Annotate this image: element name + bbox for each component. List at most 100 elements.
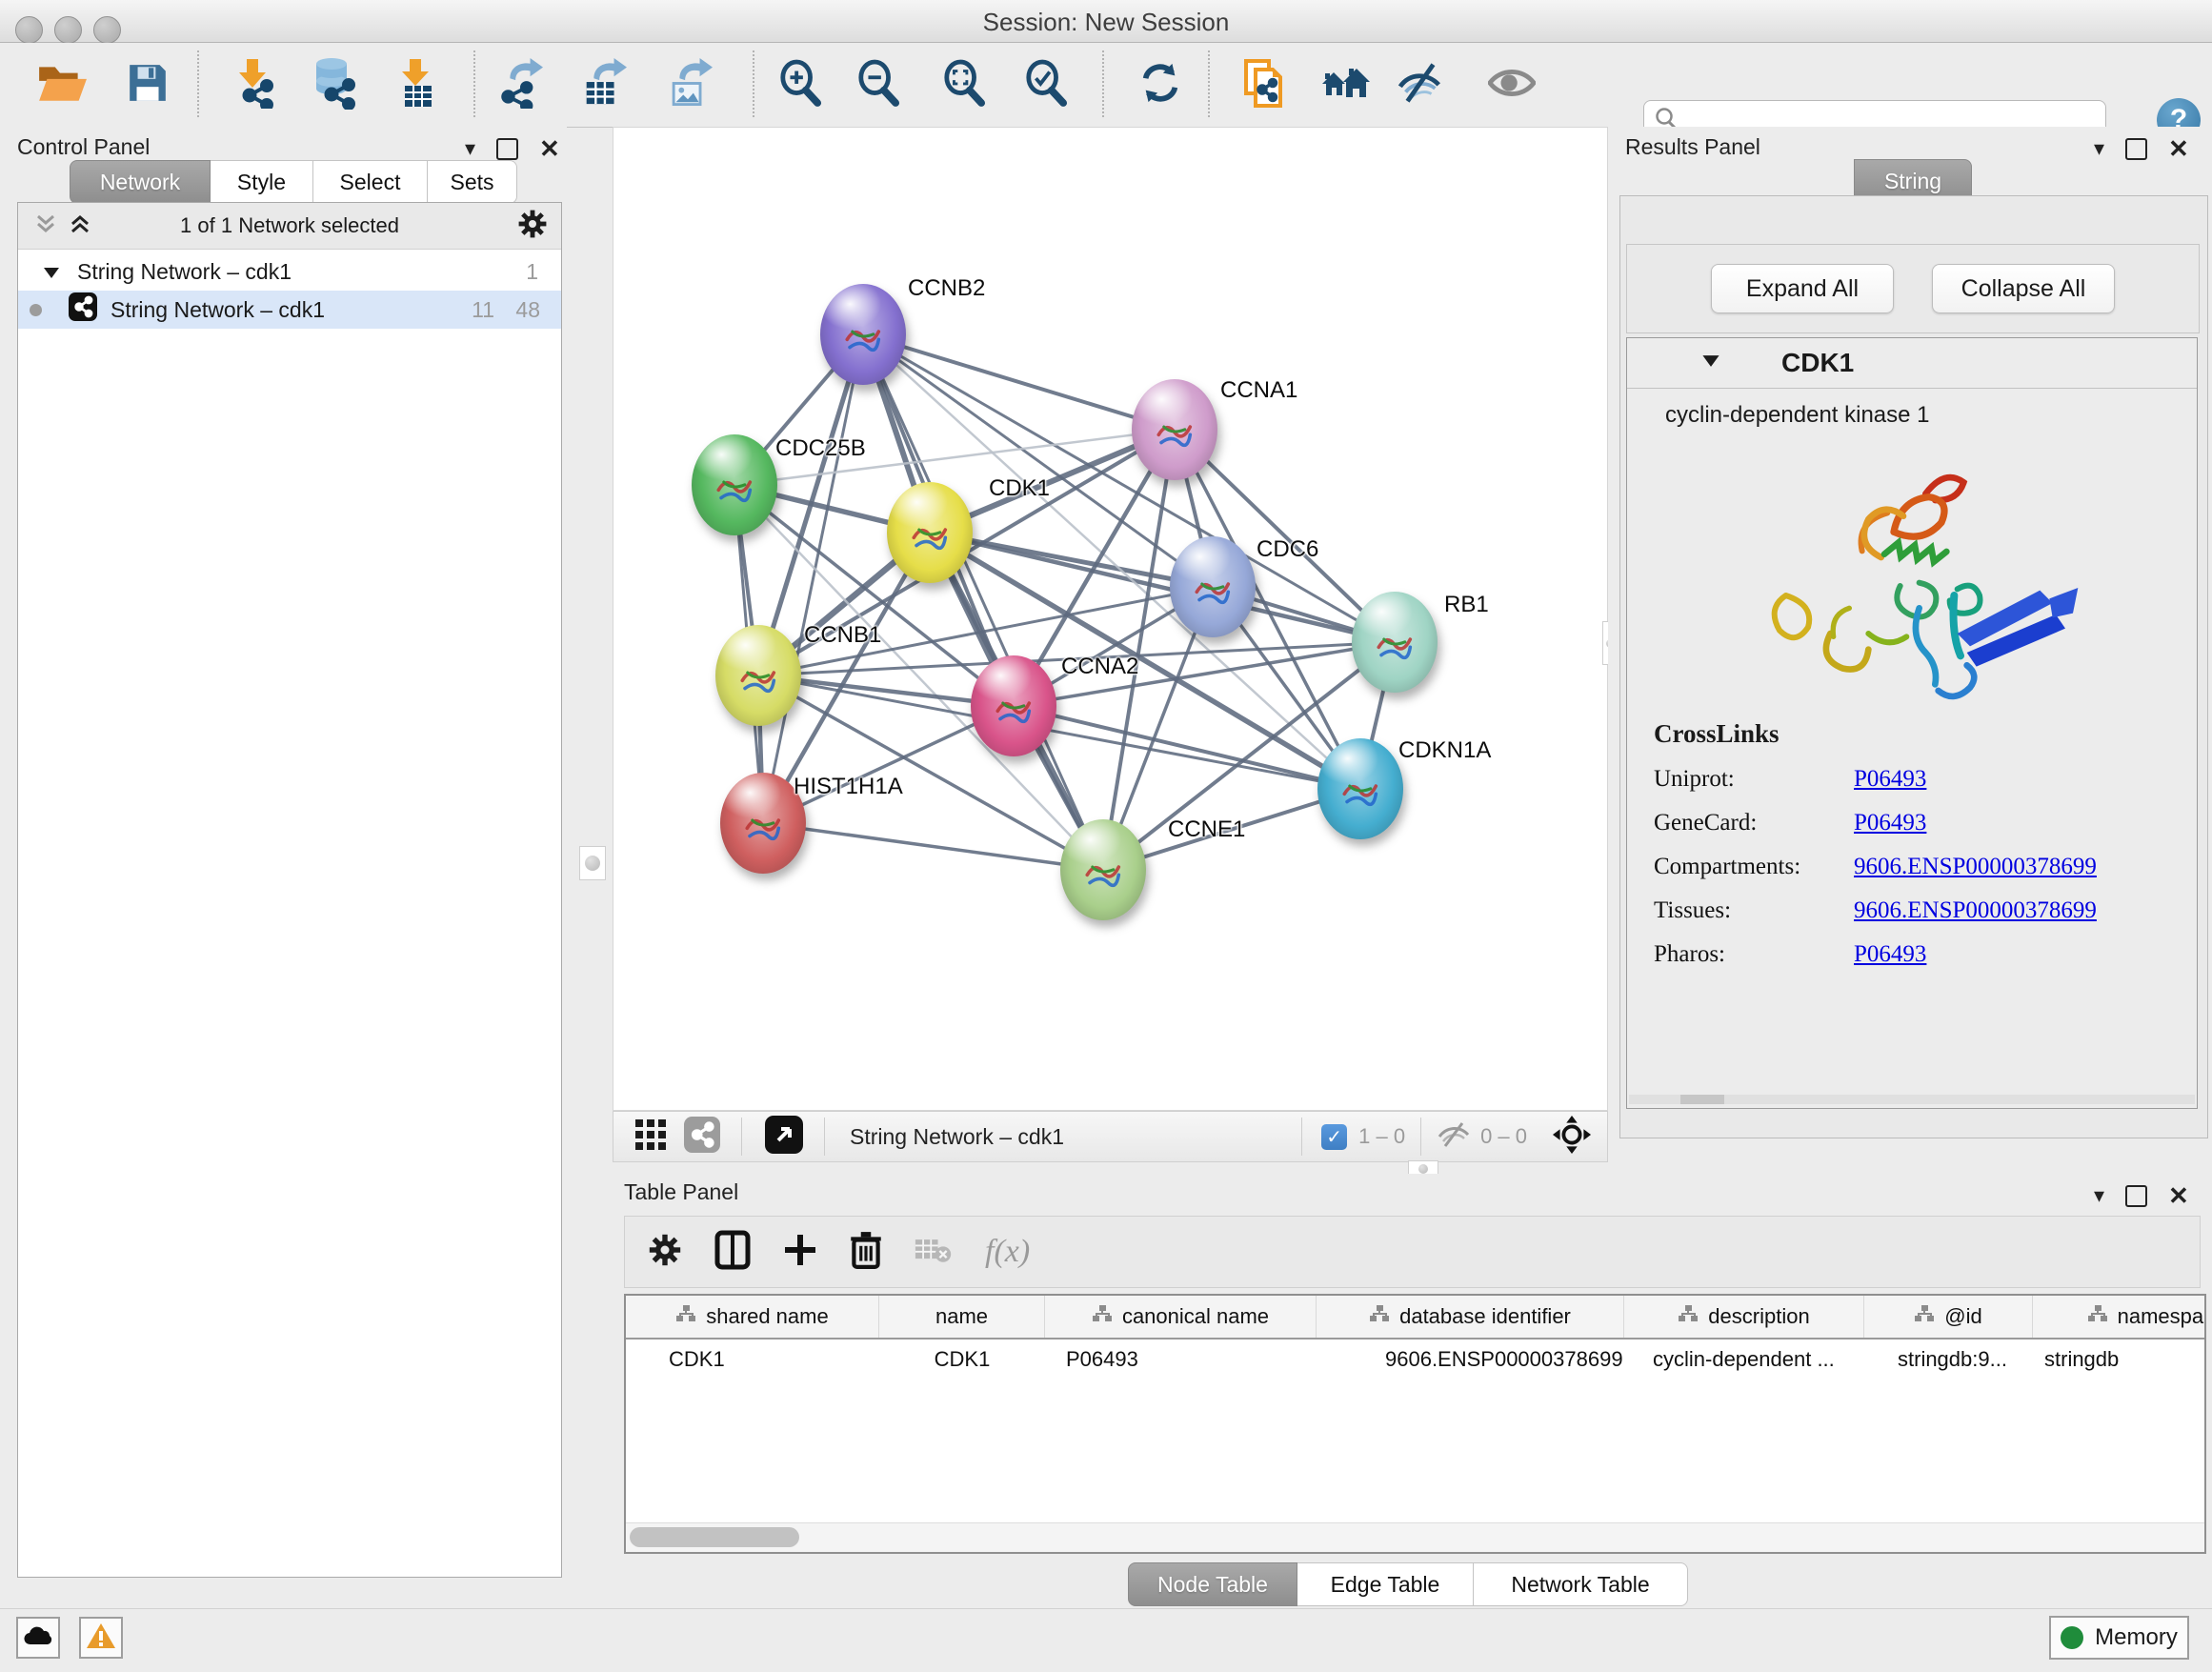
tab-select[interactable]: Select bbox=[313, 160, 428, 204]
expand-collapse-box: Expand All Collapse All bbox=[1626, 244, 2200, 333]
panel-menu-icon[interactable]: ▾ bbox=[2094, 138, 2104, 159]
delete-column-trash-icon[interactable] bbox=[850, 1230, 882, 1275]
network-node-cdk1[interactable] bbox=[887, 482, 973, 583]
panel-float-icon[interactable] bbox=[496, 138, 518, 160]
panel-close-icon[interactable]: ✕ bbox=[539, 136, 560, 161]
tab-network[interactable]: Network bbox=[70, 160, 211, 204]
save-button[interactable] bbox=[114, 50, 181, 119]
crosslink-link[interactable]: 9606.ENSP00000378699 bbox=[1854, 897, 2097, 924]
network-node-ccnb1[interactable] bbox=[715, 625, 801, 726]
main-toolbar: ? bbox=[0, 43, 2212, 128]
panel-float-icon[interactable] bbox=[2125, 1185, 2147, 1207]
network-node-cdkn1a[interactable] bbox=[1317, 738, 1403, 839]
table-cell[interactable]: stringdb bbox=[2033, 1347, 2206, 1372]
show-all-button[interactable] bbox=[1478, 50, 1545, 119]
left-splitter-handle[interactable] bbox=[579, 846, 606, 880]
home-view-button[interactable] bbox=[1312, 50, 1378, 119]
tab-sets[interactable]: Sets bbox=[428, 160, 517, 204]
network-node-ccne1[interactable] bbox=[1060, 819, 1146, 920]
table-cell[interactable]: P06493 bbox=[1045, 1347, 1317, 1372]
panel-float-icon[interactable] bbox=[2125, 138, 2147, 160]
cloud-button[interactable] bbox=[16, 1617, 60, 1659]
network-row[interactable]: String Network – cdk1 11 48 bbox=[18, 291, 561, 329]
zoom-out-button[interactable] bbox=[845, 50, 912, 119]
zoom-in-button[interactable] bbox=[767, 50, 834, 119]
column-header-namespace[interactable]: namespace bbox=[2033, 1296, 2206, 1338]
expand-all-button[interactable]: Expand All bbox=[1711, 264, 1894, 313]
panel-menu-icon[interactable]: ▾ bbox=[2094, 1185, 2104, 1206]
tab-network-table[interactable]: Network Table bbox=[1474, 1562, 1688, 1606]
hidden-eye-icon[interactable] bbox=[1437, 1121, 1471, 1153]
network-node-cdc25b[interactable] bbox=[692, 434, 777, 535]
hide-selected-button[interactable] bbox=[1387, 50, 1454, 119]
export-network-button[interactable] bbox=[486, 50, 553, 119]
panel-close-icon[interactable]: ✕ bbox=[2168, 136, 2189, 161]
memory-button[interactable]: Memory bbox=[2049, 1616, 2189, 1660]
crosslink-link[interactable]: P06493 bbox=[1854, 941, 1926, 968]
export-image-button[interactable] bbox=[655, 50, 722, 119]
network-node-ccna2[interactable] bbox=[971, 655, 1056, 756]
column-namespace-icon bbox=[1369, 1304, 1390, 1329]
selected-checkbox[interactable]: ✓ bbox=[1321, 1124, 1347, 1150]
card-scrollbar-thumb[interactable] bbox=[1680, 1095, 1724, 1104]
network-node-ccnb2[interactable] bbox=[820, 284, 906, 385]
function-builder-icon[interactable]: f(x) bbox=[985, 1234, 1030, 1270]
network-collection-row[interactable]: String Network – cdk1 1 bbox=[18, 252, 561, 291]
table-cell[interactable]: 9606.ENSP00000378699 bbox=[1317, 1347, 1624, 1372]
table-scrollbar-thumb[interactable] bbox=[630, 1527, 799, 1547]
column-header--id[interactable]: @id bbox=[1864, 1296, 2033, 1338]
column-header-name[interactable]: name bbox=[879, 1296, 1045, 1338]
horizontal-splitter[interactable] bbox=[613, 1162, 1608, 1174]
table-cell[interactable]: CDK1 bbox=[879, 1347, 1045, 1372]
column-header-description[interactable]: description bbox=[1624, 1296, 1864, 1338]
network-edge bbox=[863, 334, 1175, 430]
import-database-button[interactable] bbox=[302, 50, 369, 119]
table-header-row: shared namenamecanonical namedatabase id… bbox=[626, 1296, 2204, 1340]
panel-menu-icon[interactable]: ▾ bbox=[465, 138, 475, 159]
card-scrollbar[interactable] bbox=[1629, 1095, 2195, 1104]
delete-table-icon[interactable] bbox=[915, 1236, 953, 1269]
table-cell[interactable]: CDK1 bbox=[626, 1347, 879, 1372]
panel-close-icon[interactable]: ✕ bbox=[2168, 1183, 2189, 1208]
table-cell[interactable]: cyclin-dependent ... bbox=[1624, 1347, 1864, 1372]
zoom-selected-button[interactable] bbox=[1013, 50, 1079, 119]
table-row[interactable]: CDK1CDK1P064939606.ENSP00000378699cyclin… bbox=[626, 1340, 2204, 1380]
table-horizontal-scrollbar[interactable] bbox=[626, 1522, 2204, 1552]
import-network-button[interactable] bbox=[219, 50, 286, 119]
zoom-fit-button[interactable] bbox=[931, 50, 997, 119]
open-in-new-icon[interactable] bbox=[765, 1116, 803, 1158]
collapse-entry-icon[interactable] bbox=[1701, 353, 1720, 373]
birdseye-view-icon[interactable] bbox=[1552, 1115, 1592, 1159]
open-button[interactable] bbox=[29, 50, 95, 119]
node-detail-header[interactable]: CDK1 bbox=[1627, 338, 2197, 389]
network-node-rb1[interactable] bbox=[1352, 592, 1438, 693]
crosslink-link[interactable]: P06493 bbox=[1854, 810, 1926, 836]
table-cell[interactable]: stringdb:9... bbox=[1864, 1347, 2033, 1372]
collapse-all-button[interactable]: Collapse All bbox=[1932, 264, 2115, 313]
warning-button[interactable] bbox=[79, 1617, 123, 1659]
network-edge bbox=[763, 334, 863, 823]
column-header-database-identifier[interactable]: database identifier bbox=[1317, 1296, 1624, 1338]
network-canvas[interactable]: CCNB2CCNA1CDC25BCDK1CDC6RB1CCNB1CCNA2CDK… bbox=[613, 127, 1608, 1111]
export-table-button[interactable] bbox=[570, 50, 636, 119]
column-header-shared-name[interactable]: shared name bbox=[626, 1296, 879, 1338]
crosslink-link[interactable]: 9606.ENSP00000378699 bbox=[1854, 854, 2097, 880]
network-node-ccna1[interactable] bbox=[1132, 379, 1217, 480]
column-header-canonical-name[interactable]: canonical name bbox=[1045, 1296, 1317, 1338]
column-namespace-icon bbox=[1092, 1304, 1113, 1329]
grid-view-icon[interactable] bbox=[634, 1118, 667, 1156]
import-table-button[interactable] bbox=[383, 50, 450, 119]
network-node-cdc6[interactable] bbox=[1170, 536, 1256, 637]
crosslink-link[interactable]: P06493 bbox=[1854, 766, 1926, 793]
gear-icon[interactable] bbox=[517, 209, 548, 244]
tab-node-table[interactable]: Node Table bbox=[1128, 1562, 1297, 1606]
tree-expander-icon[interactable] bbox=[43, 259, 60, 285]
tab-style[interactable]: Style bbox=[211, 160, 313, 204]
refresh-button[interactable] bbox=[1127, 50, 1194, 119]
show-columns-icon[interactable] bbox=[714, 1230, 751, 1275]
table-settings-gear-icon[interactable] bbox=[648, 1233, 682, 1272]
clone-network-button[interactable] bbox=[1231, 50, 1297, 119]
string-view-icon[interactable] bbox=[684, 1117, 720, 1158]
tab-edge-table[interactable]: Edge Table bbox=[1297, 1562, 1474, 1606]
create-column-plus-icon[interactable] bbox=[783, 1233, 817, 1272]
